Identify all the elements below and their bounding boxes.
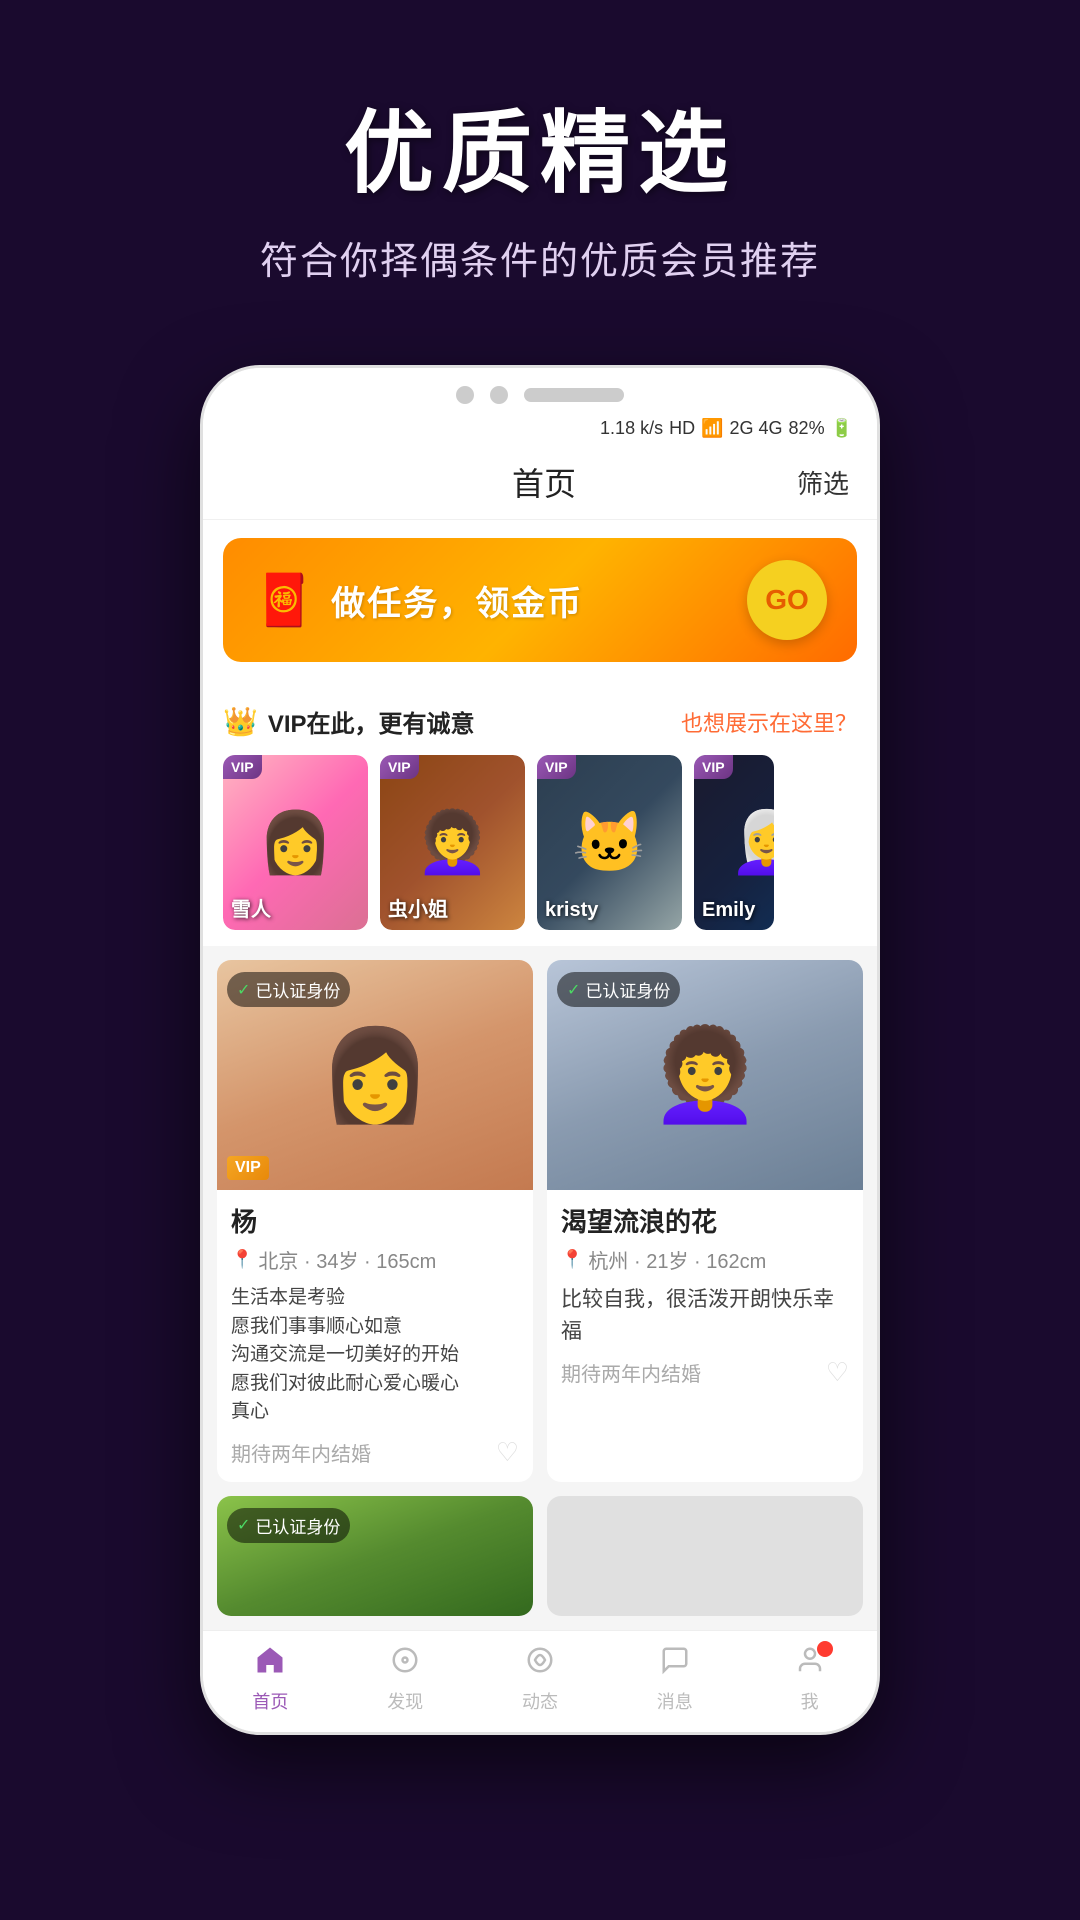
banner-character-icon: 🧧 bbox=[253, 571, 315, 630]
vip-card-name-1: 雪人 bbox=[231, 893, 271, 922]
cards-third-row: ✓ 已认证身份 bbox=[203, 1482, 877, 1630]
vip-card-1[interactable]: 👩 VIP 雪人 bbox=[223, 755, 368, 930]
nav-label-home: 首页 bbox=[252, 1688, 288, 1714]
user-intent-2: 期待两年内结婚 ♡ bbox=[561, 1357, 849, 1388]
filter-button[interactable]: 筛选 bbox=[797, 464, 849, 501]
location-icon-2: 📍 bbox=[561, 1249, 583, 1270]
location-text-1: 北京 · 34岁 · 165cm bbox=[258, 1245, 436, 1274]
nav-item-messages[interactable]: 消息 bbox=[635, 1645, 715, 1714]
verified-text-3: 已认证身份 bbox=[255, 1513, 340, 1538]
notch-bar bbox=[524, 388, 624, 402]
banner-go-button[interactable]: GO bbox=[747, 560, 827, 640]
user-vip-badge-1: VIP bbox=[227, 1156, 269, 1180]
vip-title-text: VIP在此，更有诚意 bbox=[268, 704, 475, 739]
placeholder-card bbox=[547, 1496, 863, 1616]
discover-icon bbox=[390, 1645, 420, 1683]
vip-title: 👑 VIP在此，更有诚意 bbox=[223, 704, 475, 739]
banner-left: 🧧 做任务，领金币 bbox=[253, 571, 583, 630]
battery-icon: 🔋 bbox=[831, 418, 853, 439]
nav-label-discover: 发现 bbox=[387, 1688, 423, 1714]
location-text-2: 杭州 · 21岁 · 162cm bbox=[588, 1245, 766, 1274]
vip-cards-list: 👩 VIP 雪人 👩‍🦱 VIP 虫小姐 bbox=[223, 755, 857, 930]
header-title: 首页 bbox=[291, 459, 797, 505]
vip-card-name-3: kristy bbox=[545, 899, 598, 922]
vip-showcase-link[interactable]: 也想展示在这里？ bbox=[681, 706, 857, 738]
vip-card-4[interactable]: 👩‍🦳 VIP Emily bbox=[694, 755, 774, 930]
crown-icon: 👑 bbox=[223, 705, 258, 738]
partial-photo-3: ✓ 已认证身份 bbox=[217, 1496, 533, 1616]
heart-icon-1[interactable]: ♡ bbox=[496, 1437, 519, 1468]
phone-wrapper: 1.18 k/s HD 📶 2G 4G 82% 🔋 首页 筛选 🧧 做任务，领金… bbox=[0, 345, 1080, 1735]
notch-dot-1 bbox=[456, 386, 474, 404]
user-location-1: 📍 北京 · 34岁 · 165cm bbox=[231, 1245, 519, 1274]
check-icon-1: ✓ bbox=[237, 980, 250, 1000]
vip-card-name-4: Emily bbox=[702, 899, 755, 922]
activity-icon bbox=[525, 1645, 555, 1683]
user-card-partial-3[interactable]: ✓ 已认证身份 bbox=[217, 1496, 533, 1616]
vip-badge-3: VIP bbox=[537, 755, 576, 779]
status-speed: 1.18 k/s bbox=[600, 418, 663, 439]
verified-text-1: 已认证身份 bbox=[255, 977, 340, 1002]
vip-badge-4: VIP bbox=[694, 755, 733, 779]
phone-frame: 1.18 k/s HD 📶 2G 4G 82% 🔋 首页 筛选 🧧 做任务，领金… bbox=[200, 365, 880, 1735]
vip-header: 👑 VIP在此，更有诚意 也想展示在这里？ bbox=[223, 704, 857, 739]
vip-card-3[interactable]: 🐱 VIP kristy bbox=[537, 755, 682, 930]
vip-card-2[interactable]: 👩‍🦱 VIP 虫小姐 bbox=[380, 755, 525, 930]
intent-text-1: 期待两年内结婚 bbox=[231, 1438, 371, 1467]
user-card-photo-2: 👩‍🦱 ✓ 已认证身份 bbox=[547, 960, 863, 1190]
nav-item-home[interactable]: 首页 bbox=[230, 1645, 310, 1714]
vip-card-name-2: 虫小姐 bbox=[388, 893, 448, 922]
user-bio-1: 生活本是考验 愿我们事事顺心如意 沟通交流是一切美好的开始 愿我们对彼此耐心爱心… bbox=[231, 1284, 519, 1427]
status-bar: 1.18 k/s HD 📶 2G 4G 82% 🔋 bbox=[203, 414, 877, 443]
verified-badge-3: ✓ 已认证身份 bbox=[227, 1508, 350, 1543]
status-signal: 2G 4G bbox=[730, 418, 783, 439]
nav-item-profile[interactable]: 我 bbox=[770, 1645, 850, 1714]
profile-badge bbox=[795, 1645, 825, 1683]
user-card-2[interactable]: 👩‍🦱 ✓ 已认证身份 渴望流浪的花 📍 杭州 · 21岁 · 162cm 比较… bbox=[547, 960, 863, 1482]
notification-badge-dot bbox=[817, 1641, 833, 1657]
user-cards-grid: 👩 ✓ 已认证身份 VIP 杨 📍 北京 · 34岁 · 165cm 生活本是考… bbox=[203, 946, 877, 1482]
hero-section: 优质精选 符合你择偶条件的优质会员推荐 bbox=[0, 0, 1080, 345]
user-location-2: 📍 杭州 · 21岁 · 162cm bbox=[561, 1245, 849, 1274]
user-bio-2: 比较自我，很活泼开朗快乐幸福 bbox=[561, 1284, 849, 1347]
vip-badge-1: VIP bbox=[223, 755, 262, 779]
task-banner[interactable]: 🧧 做任务，领金币 GO bbox=[223, 538, 857, 662]
nav-item-discover[interactable]: 发现 bbox=[365, 1645, 445, 1714]
intent-text-2: 期待两年内结婚 bbox=[561, 1358, 701, 1387]
nav-label-messages: 消息 bbox=[657, 1688, 693, 1714]
nav-item-activity[interactable]: 动态 bbox=[500, 1645, 580, 1714]
verified-badge-2: ✓ 已认证身份 bbox=[557, 972, 680, 1007]
messages-icon bbox=[660, 1645, 690, 1683]
check-icon-2: ✓ bbox=[567, 980, 580, 1000]
hero-subtitle: 符合你择偶条件的优质会员推荐 bbox=[40, 230, 1040, 285]
user-intent-1: 期待两年内结婚 ♡ bbox=[231, 1437, 519, 1468]
user-card-photo-1: 👩 ✓ 已认证身份 VIP bbox=[217, 960, 533, 1190]
nav-label-activity: 动态 bbox=[522, 1688, 558, 1714]
user-name-1: 杨 bbox=[231, 1202, 519, 1239]
app-header: 首页 筛选 bbox=[203, 443, 877, 520]
status-icons: 1.18 k/s HD 📶 2G 4G 82% 🔋 bbox=[600, 418, 853, 439]
bottom-nav: 首页 发现 动态 消息 bbox=[203, 1630, 877, 1732]
vip-section: 👑 VIP在此，更有诚意 也想展示在这里？ 👩 VIP 雪人 bbox=[203, 686, 877, 946]
user-card-1[interactable]: 👩 ✓ 已认证身份 VIP 杨 📍 北京 · 34岁 · 165cm 生活本是考… bbox=[217, 960, 533, 1482]
status-battery: 82% bbox=[789, 418, 825, 439]
hero-title: 优质精选 bbox=[40, 80, 1040, 210]
user-card-info-1: 杨 📍 北京 · 34岁 · 165cm 生活本是考验 愿我们事事顺心如意 沟通… bbox=[217, 1190, 533, 1482]
phone-notch bbox=[203, 368, 877, 414]
user-name-2: 渴望流浪的花 bbox=[561, 1202, 849, 1239]
verified-text-2: 已认证身份 bbox=[585, 977, 670, 1002]
home-icon bbox=[255, 1645, 285, 1683]
vip-badge-2: VIP bbox=[380, 755, 419, 779]
nav-label-profile: 我 bbox=[801, 1688, 819, 1714]
banner-text: 做任务，领金币 bbox=[331, 576, 583, 625]
check-icon-3: ✓ bbox=[237, 1515, 250, 1535]
location-icon-1: 📍 bbox=[231, 1249, 253, 1270]
user-card-info-2: 渴望流浪的花 📍 杭州 · 21岁 · 162cm 比较自我，很活泼开朗快乐幸福… bbox=[547, 1190, 863, 1402]
status-wifi-icon: 📶 bbox=[701, 418, 723, 439]
banner-section: 🧧 做任务，领金币 GO bbox=[203, 520, 877, 672]
status-hd: HD bbox=[669, 418, 695, 439]
heart-icon-2[interactable]: ♡ bbox=[826, 1357, 849, 1388]
notch-dot-2 bbox=[490, 386, 508, 404]
verified-badge-1: ✓ 已认证身份 bbox=[227, 972, 350, 1007]
